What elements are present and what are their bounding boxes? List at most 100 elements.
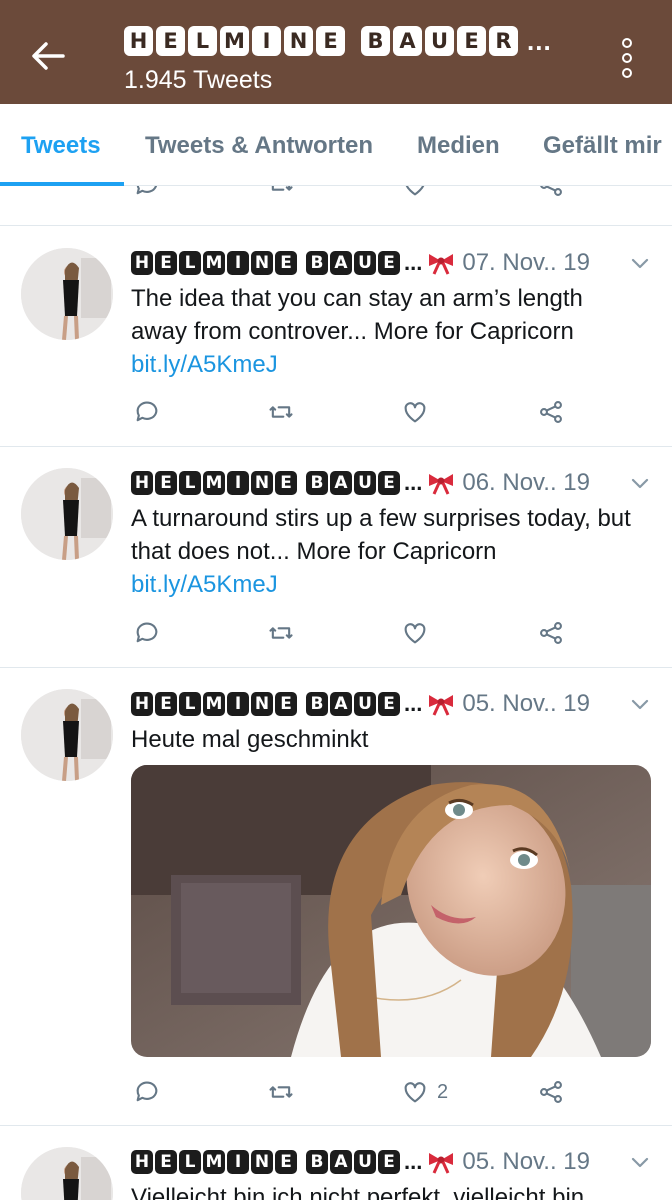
tab-tweets[interactable]: Tweets xyxy=(21,132,101,160)
tab-media[interactable]: Medien xyxy=(417,132,500,160)
author-name[interactable]: HELMINEBAUE xyxy=(131,251,400,275)
tweet[interactable]: HELMINEBAUE ... 05. Nov.. 19 Vielleicht … xyxy=(0,1126,672,1200)
letter-tile: I xyxy=(227,692,249,716)
letter-tile: E xyxy=(275,471,297,495)
tweet-actions xyxy=(131,186,631,210)
letter-tile: M xyxy=(203,251,225,275)
reply-button[interactable] xyxy=(133,397,163,427)
letter-tile: N xyxy=(251,692,273,716)
retweet-button[interactable] xyxy=(267,1077,297,1107)
profile-tabs: Tweets Tweets & Antworten Medien Gefällt… xyxy=(0,104,672,186)
letter-tile: H xyxy=(131,251,153,275)
heart-icon xyxy=(404,1082,426,1103)
letter-tile: A xyxy=(393,26,422,56)
letter-tile: H xyxy=(124,26,153,56)
tweet-actions xyxy=(131,618,631,658)
letter-tile: E xyxy=(275,251,297,275)
letter-tile: I xyxy=(227,1150,249,1174)
tweet-link[interactable]: bit.ly/A5KmeJ xyxy=(131,351,278,378)
letter-tile: E xyxy=(155,471,177,495)
tweet-body: A turnaround stirs up a few surprises to… xyxy=(131,505,631,565)
name-ellipsis: ... xyxy=(404,250,423,275)
author-name[interactable]: HELMINEBAUE xyxy=(131,1150,400,1174)
retweet-button[interactable] xyxy=(267,186,297,200)
like-button[interactable]: 2 xyxy=(401,1077,481,1107)
letter-tile: M xyxy=(220,26,249,56)
chevron-down-icon[interactable] xyxy=(630,254,650,274)
author-name[interactable]: HELMINEBAUE xyxy=(131,471,400,495)
tweet-count: 1.945 Tweets xyxy=(124,66,273,94)
letter-tile: A xyxy=(330,692,352,716)
retweet-icon xyxy=(269,1086,293,1098)
letter-tile: L xyxy=(179,692,201,716)
retweet-button[interactable] xyxy=(267,618,297,648)
tweet[interactable]: HELMINEBAUE ... 07. Nov.. 19 The idea th… xyxy=(0,227,672,447)
avatar-photo xyxy=(21,468,113,560)
reply-button[interactable] xyxy=(133,1077,163,1107)
retweet-button[interactable] xyxy=(267,397,297,427)
tab-tweets-and-replies[interactable]: Tweets & Antworten xyxy=(145,132,373,160)
like-button[interactable] xyxy=(401,397,431,427)
tab-likes[interactable]: Gefällt mir xyxy=(543,132,662,160)
share-button[interactable] xyxy=(537,397,567,427)
tweet-link[interactable]: bit.ly/A5KmeJ xyxy=(131,571,278,598)
more-vertical-icon xyxy=(622,38,632,48)
tweet[interactable]: HELMINEBAUE ... 06. Nov.. 19 A turnaroun… xyxy=(0,447,672,668)
reply-button[interactable] xyxy=(133,186,163,200)
letter-tile: E xyxy=(155,692,177,716)
chevron-down-icon[interactable] xyxy=(630,474,650,494)
more-options-button[interactable] xyxy=(612,38,642,78)
avatar-photo xyxy=(21,1147,113,1200)
letter-tile: A xyxy=(330,1150,352,1174)
chevron-down-icon[interactable] xyxy=(630,1153,650,1173)
retweet-icon xyxy=(269,406,293,418)
tweet-body: Heute mal geschminkt xyxy=(131,726,369,753)
tweet-text: Vielleicht bin ich nicht perfekt, vielle… xyxy=(131,1181,631,1200)
tweet[interactable]: HELMINEBAUE ... 05. Nov.. 19 Heute mal g… xyxy=(0,668,672,1126)
reply-button[interactable] xyxy=(133,618,163,648)
avatar[interactable] xyxy=(21,689,113,781)
tweet-text: A turnaround stirs up a few surprises to… xyxy=(131,502,631,601)
like-button[interactable] xyxy=(401,186,431,200)
back-button[interactable] xyxy=(28,36,68,76)
letter-tile: E xyxy=(457,26,486,56)
tweet-actions xyxy=(131,397,631,437)
letter-tile: E xyxy=(378,692,400,716)
share-icon xyxy=(540,401,562,423)
tweet-text: Heute mal geschminkt xyxy=(131,723,631,756)
reply-icon xyxy=(136,401,158,422)
share-button[interactable] xyxy=(537,1077,567,1107)
share-button[interactable] xyxy=(537,186,567,200)
share-icon xyxy=(540,622,562,644)
letter-tile: N xyxy=(251,1150,273,1174)
tweet-photo[interactable] xyxy=(131,765,651,1057)
selfie-photo xyxy=(131,765,651,1057)
letter-tile: I xyxy=(227,471,249,495)
chevron-down-icon[interactable] xyxy=(630,695,650,715)
share-button[interactable] xyxy=(537,618,567,648)
letter-tile: E xyxy=(275,692,297,716)
letter-tile: N xyxy=(251,471,273,495)
letter-tile: B xyxy=(306,251,328,275)
tweet-text: The idea that you can stay an arm’s leng… xyxy=(131,282,631,381)
letter-tile: L xyxy=(179,251,201,275)
retweet-icon xyxy=(269,627,293,639)
arrow-left-icon xyxy=(32,42,65,70)
like-button[interactable] xyxy=(401,618,431,648)
tweet-author-row: HELMINEBAUE ... 07. Nov.. 19 xyxy=(131,248,590,278)
avatar[interactable] xyxy=(21,468,113,560)
letter-tile: B xyxy=(306,471,328,495)
heart-icon xyxy=(405,186,425,196)
letter-tile: B xyxy=(306,692,328,716)
letter-tile: E xyxy=(316,26,345,56)
letter-tile: M xyxy=(203,471,225,495)
letter-tile: B xyxy=(361,26,390,56)
letter-tile: I xyxy=(227,251,249,275)
ribbon-emoji-icon xyxy=(429,254,454,275)
avatar-photo xyxy=(21,689,113,781)
avatar[interactable] xyxy=(21,1147,113,1200)
letter-tile: U xyxy=(425,26,454,56)
avatar-photo xyxy=(21,248,113,340)
avatar[interactable] xyxy=(21,248,113,340)
author-name[interactable]: HELMINEBAUE xyxy=(131,692,400,716)
